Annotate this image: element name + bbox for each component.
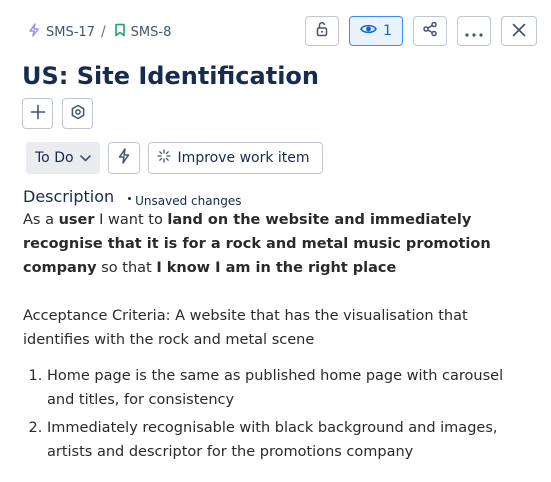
story-role: user [58, 212, 95, 228]
breadcrumb-separator: / [100, 24, 106, 40]
acceptance-criteria-paragraph: Acceptance Criteria: A website that has … [23, 308, 468, 348]
story-text: I want to [94, 212, 168, 228]
issue-title[interactable]: US: Site Identification [22, 62, 319, 90]
apps-button[interactable] [62, 98, 93, 129]
more-icon [465, 22, 483, 41]
restrictions-button[interactable] [305, 16, 339, 46]
story-bookmark-icon [114, 23, 126, 41]
user-story-paragraph: As a user I want to land on the website … [23, 208, 529, 280]
breadcrumb-label: SMS-17 [46, 24, 95, 40]
improve-label: Improve work item [177, 150, 310, 166]
story-text: so that [96, 260, 157, 276]
more-actions-button[interactable] [457, 16, 491, 46]
breadcrumb-parent-epic[interactable]: SMS-17 [27, 23, 95, 41]
hexagon-icon [70, 104, 86, 124]
description-header: Description Unsaved changes [23, 187, 241, 208]
status-label: To Do [35, 150, 74, 166]
unsaved-changes-indicator: Unsaved changes [128, 194, 241, 208]
close-icon [512, 22, 526, 41]
watch-count: 1 [383, 23, 392, 39]
description-editor[interactable]: As a user I want to land on the website … [23, 208, 529, 468]
status-dropdown[interactable]: To Do [26, 142, 100, 174]
add-button[interactable] [22, 98, 53, 129]
issue-toolbar: 1 [305, 16, 537, 46]
share-icon [422, 21, 438, 41]
watch-button[interactable]: 1 [349, 16, 403, 46]
plus-icon [30, 104, 46, 124]
close-button[interactable] [501, 16, 537, 46]
chevron-down-icon [79, 150, 91, 166]
lightning-icon [117, 148, 131, 168]
breadcrumb-label: SMS-8 [130, 24, 172, 40]
sparkle-icon [156, 149, 171, 167]
story-benefit: I know I am in the right place [156, 260, 397, 276]
automation-button[interactable] [107, 142, 140, 174]
list-item: Home page is the same as published home … [47, 364, 529, 412]
list-item: Immediately recognisable with black back… [47, 416, 529, 464]
issue-panel: SMS-17 / SMS-8 1 US: Site Identification… [0, 0, 551, 482]
breadcrumb-current-story[interactable]: SMS-8 [114, 23, 172, 41]
story-text: As a [23, 212, 59, 228]
description-heading: Description [23, 187, 115, 206]
unlock-icon [314, 21, 330, 41]
breadcrumb: SMS-17 / SMS-8 [27, 23, 171, 41]
eye-icon [360, 23, 377, 39]
share-button[interactable] [413, 16, 447, 46]
status-row: To Do Improve work item [26, 142, 323, 174]
criteria-list: Home page is the same as published home … [23, 364, 529, 464]
improve-work-item-button[interactable]: Improve work item [147, 142, 323, 174]
epic-bolt-icon [27, 23, 41, 41]
quick-actions [22, 98, 93, 129]
